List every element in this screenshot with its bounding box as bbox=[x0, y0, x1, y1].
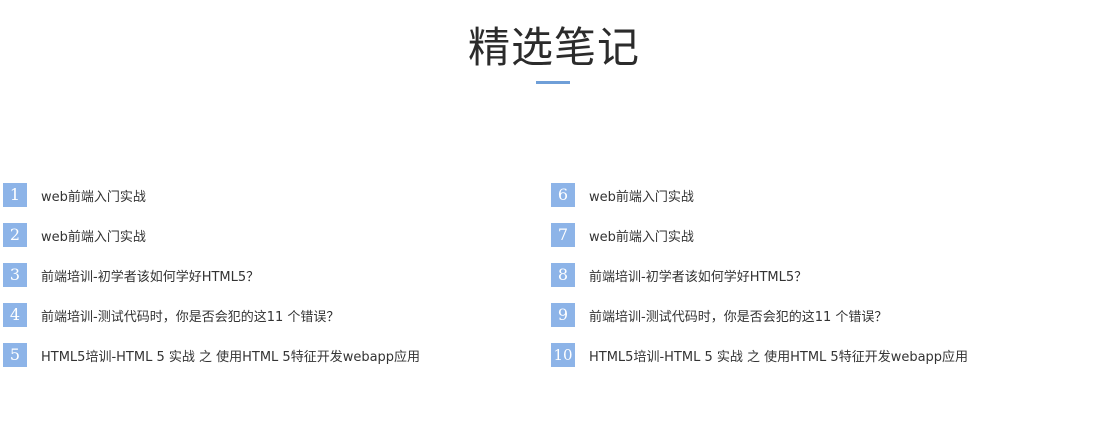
note-item[interactable]: 8 前端培训-初学者该如何学好HTML5？ bbox=[551, 263, 1071, 287]
notes-list-right: 6 web前端入门实战 7 web前端入门实战 8 前端培训-初学者该如何学好H… bbox=[551, 183, 1071, 383]
note-link[interactable]: HTML5培训-HTML 5 实战 之 使用HTML 5特征开发webapp应用 bbox=[589, 346, 968, 365]
note-item[interactable]: 9 前端培训-测试代码时，你是否会犯的这11 个错误？ bbox=[551, 303, 1071, 327]
note-item[interactable]: 7 web前端入门实战 bbox=[551, 223, 1071, 247]
note-rank-badge: 4 bbox=[3, 303, 27, 327]
note-link[interactable]: 前端培训-测试代码时，你是否会犯的这11 个错误？ bbox=[589, 306, 887, 325]
note-link[interactable]: HTML5培训-HTML 5 实战 之 使用HTML 5特征开发webapp应用 bbox=[41, 346, 420, 365]
note-link[interactable]: web前端入门实战 bbox=[589, 186, 694, 205]
note-item[interactable]: 4 前端培训-测试代码时，你是否会犯的这11 个错误？ bbox=[3, 303, 523, 327]
note-link[interactable]: 前端培训-初学者该如何学好HTML5？ bbox=[589, 266, 807, 285]
note-rank-badge: 9 bbox=[551, 303, 575, 327]
note-rank-badge: 3 bbox=[3, 263, 27, 287]
note-item[interactable]: 1 web前端入门实战 bbox=[3, 183, 523, 207]
note-item[interactable]: 2 web前端入门实战 bbox=[3, 223, 523, 247]
note-link[interactable]: web前端入门实战 bbox=[589, 226, 694, 245]
note-rank-badge: 1 bbox=[3, 183, 27, 207]
note-item[interactable]: 10 HTML5培训-HTML 5 实战 之 使用HTML 5特征开发webap… bbox=[551, 343, 1071, 367]
note-link[interactable]: 前端培训-测试代码时，你是否会犯的这11 个错误？ bbox=[41, 306, 339, 325]
note-item[interactable]: 5 HTML5培训-HTML 5 实战 之 使用HTML 5特征开发webapp… bbox=[3, 343, 523, 367]
note-rank-badge: 8 bbox=[551, 263, 575, 287]
note-rank-badge: 2 bbox=[3, 223, 27, 247]
note-link[interactable]: web前端入门实战 bbox=[41, 226, 146, 245]
note-rank-badge: 5 bbox=[3, 343, 27, 367]
note-rank-badge: 10 bbox=[551, 343, 575, 367]
note-item[interactable]: 6 web前端入门实战 bbox=[551, 183, 1071, 207]
section-title: 精选笔记 bbox=[467, 23, 640, 72]
note-link[interactable]: 前端培训-初学者该如何学好HTML5？ bbox=[41, 266, 259, 285]
note-rank-badge: 7 bbox=[551, 223, 575, 247]
note-item[interactable]: 3 前端培训-初学者该如何学好HTML5？ bbox=[3, 263, 523, 287]
notes-list-left: 1 web前端入门实战 2 web前端入门实战 3 前端培训-初学者该如何学好H… bbox=[3, 183, 523, 383]
title-underline bbox=[536, 81, 570, 84]
note-rank-badge: 6 bbox=[551, 183, 575, 207]
note-link[interactable]: web前端入门实战 bbox=[41, 186, 146, 205]
